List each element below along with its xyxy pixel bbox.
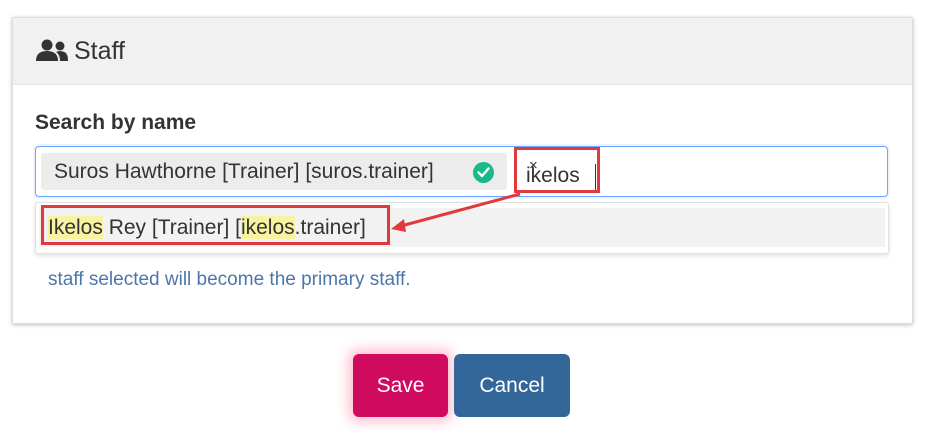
selected-staff-tag: Suros Hawthorne [Trainer] [suros.trainer… — [41, 153, 507, 190]
staff-panel: Staff Search by name Suros Hawthorne [Tr… — [12, 17, 913, 324]
search-label: Search by name — [35, 111, 197, 134]
annotation-box-option — [41, 205, 390, 245]
save-button[interactable]: Save — [353, 354, 448, 417]
cancel-button[interactable]: Cancel — [454, 354, 570, 417]
panel-title: Staff — [74, 37, 125, 65]
annotation-box-search — [514, 147, 600, 193]
check-circle-icon — [473, 162, 494, 183]
users-icon — [36, 39, 68, 61]
staff-search-input[interactable]: Suros Hawthorne [Trainer] [suros.trainer… — [35, 146, 888, 197]
selected-staff-label: Suros Hawthorne [Trainer] [suros.trainer… — [54, 160, 434, 183]
panel-header: Staff — [13, 18, 912, 85]
help-text: staff selected will become the primary s… — [48, 269, 411, 290]
